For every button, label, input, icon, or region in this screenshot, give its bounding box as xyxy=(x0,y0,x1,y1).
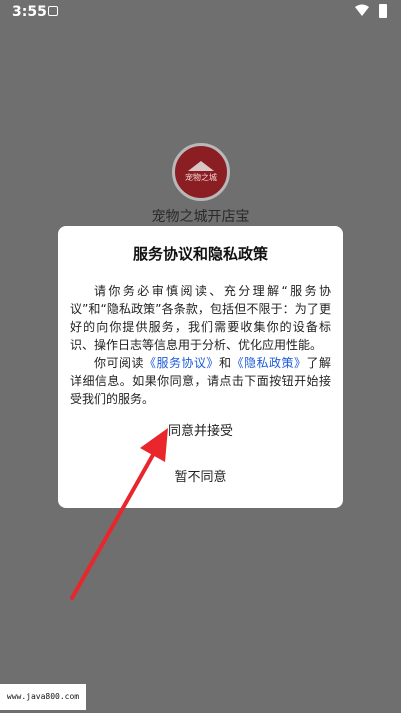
battery-icon xyxy=(379,4,387,18)
app-logo: 宠物之城 xyxy=(172,143,230,201)
service-agreement-link[interactable]: 《服务协议》 xyxy=(144,356,219,370)
house-icon xyxy=(188,161,214,171)
wifi-icon xyxy=(355,4,369,16)
app-name: 宠物之城开店宝 xyxy=(151,209,250,225)
privacy-policy-link[interactable]: 《隐私政策》 xyxy=(231,356,306,370)
and-text: 和 xyxy=(218,356,232,370)
status-bar: 3:55 xyxy=(0,0,401,24)
privacy-dialog: 服务协议和隐私政策 请你务必审慎阅读、充分理解“服务协议”和“隐私政策”各条款，… xyxy=(58,226,343,508)
dialog-paragraph-2: 你可阅读《服务协议》和《隐私政策》了解详细信息。如果你同意，请点击下面按钮开始接… xyxy=(70,354,331,408)
notification-icon xyxy=(48,6,58,16)
status-time: 3:55 xyxy=(12,4,47,20)
dialog-paragraph-1: 请你务必审慎阅读、充分理解“服务协议”和“隐私政策”各条款，包括但不限于：为了更… xyxy=(70,284,331,352)
dialog-title: 服务协议和隐私政策 xyxy=(132,245,268,263)
paragraph-2-prefix: 你可阅读 xyxy=(94,356,144,370)
dialog-body: 请你务必审慎阅读、充分理解“服务协议”和“隐私政策”各条款，包括但不限于：为了更… xyxy=(70,282,331,408)
disagree-button[interactable]: 暂不同意 xyxy=(58,468,343,488)
watermark: www.java800.com xyxy=(0,684,86,710)
agree-button[interactable]: 同意并接受 xyxy=(58,422,343,442)
app-logo-text: 宠物之城 xyxy=(185,173,217,182)
